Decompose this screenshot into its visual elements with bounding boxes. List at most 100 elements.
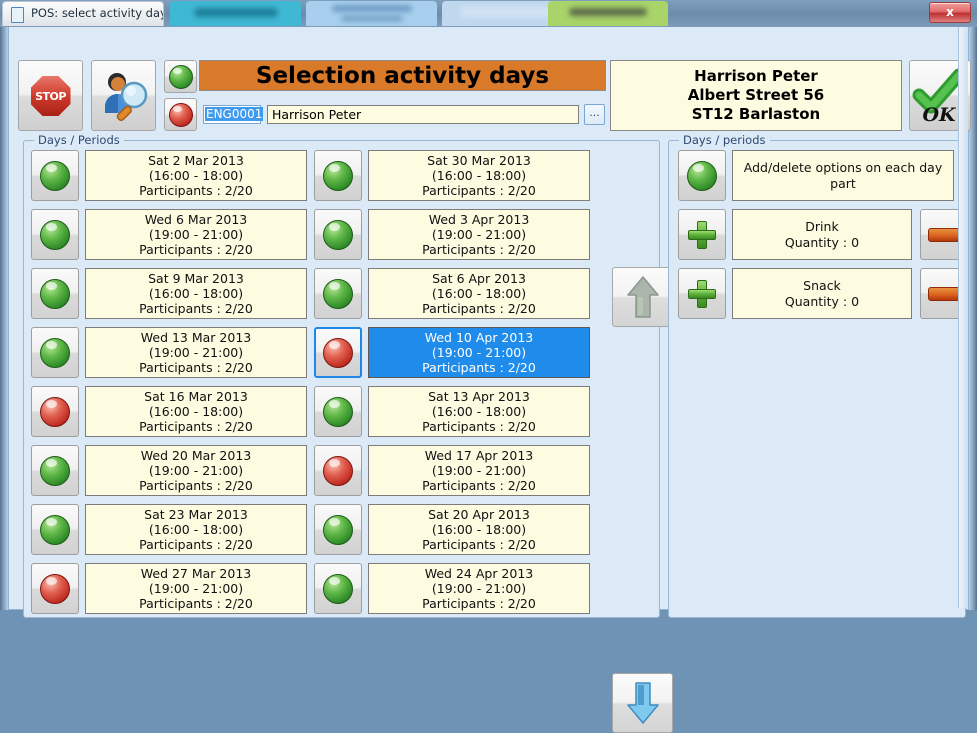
green-led-icon [323,574,353,604]
day-status-led-button[interactable] [31,504,79,555]
tab-active[interactable]: POS: select activity day [2,1,164,26]
window-scrollbar[interactable] [958,27,968,608]
day-status-led-button[interactable] [31,563,79,614]
tab-active-label: POS: select activity day [31,6,164,20]
day-card[interactable]: Wed 3 Apr 2013(19:00 - 21:00)Participant… [368,209,590,260]
day-participants: Participants : 2/20 [139,301,253,316]
day-date: Sat 6 Apr 2013 [432,271,526,286]
address-line-1: Harrison Peter [694,67,818,86]
tab-3[interactable] [306,1,437,26]
day-time: (16:00 - 18:00) [432,286,526,301]
person-search-icon [97,69,153,125]
day-participants: Participants : 2/20 [422,301,536,316]
day-card[interactable]: Wed 10 Apr 2013(19:00 - 21:00)Participan… [368,327,590,378]
day-card[interactable]: Sat 30 Mar 2013(16:00 - 18:00)Participan… [368,150,590,201]
day-time: (19:00 - 21:00) [432,581,526,596]
day-participants: Participants : 2/20 [139,419,253,434]
green-led-icon [40,456,70,486]
day-time: (16:00 - 18:00) [149,168,243,183]
plus-icon [688,221,716,249]
day-time: (16:00 - 18:00) [432,522,526,537]
day-card[interactable]: Sat 13 Apr 2013(16:00 - 18:00)Participan… [368,386,590,437]
day-date: Sat 13 Apr 2013 [428,389,530,404]
day-status-led-button[interactable] [314,445,362,496]
day-card[interactable]: Wed 13 Mar 2013(19:00 - 21:00)Participan… [85,327,307,378]
day-card[interactable]: Wed 17 Apr 2013(19:00 - 21:00)Participan… [368,445,590,496]
tab-2[interactable] [170,1,301,26]
green-led-icon [40,279,70,309]
day-status-led-button[interactable] [31,150,79,201]
day-card[interactable]: Wed 24 Apr 2013(19:00 - 21:00)Participan… [368,563,590,614]
day-status-led-button[interactable] [31,268,79,319]
page-title: Selection activity days [199,60,606,91]
day-status-led-button[interactable] [31,445,79,496]
day-card[interactable]: Sat 9 Mar 2013(16:00 - 18:00)Participant… [85,268,307,319]
day-date: Wed 20 Mar 2013 [141,448,251,463]
day-time: (19:00 - 21:00) [432,345,526,360]
customer-address-box: Harrison Peter Albert Street 56 ST12 Bar… [610,60,902,131]
day-status-led-button[interactable] [314,268,362,319]
tab-5[interactable] [548,1,668,26]
red-led-icon [40,397,70,427]
day-status-led-button[interactable] [31,209,79,260]
red-led-icon [169,103,193,127]
day-card[interactable]: Sat 2 Mar 2013(16:00 - 18:00)Participant… [85,150,307,201]
day-options-legend: Days / periods [679,133,770,147]
day-card[interactable]: Sat 6 Apr 2013(16:00 - 18:00)Participant… [368,268,590,319]
day-time: (19:00 - 21:00) [432,463,526,478]
status-red-led-button[interactable] [164,98,197,131]
document-icon [11,7,24,23]
close-window-button[interactable]: x [929,2,971,23]
customer-code-input[interactable]: ENG0001 [203,105,261,124]
browse-customer-button[interactable]: ... [584,104,605,125]
day-participants: Participants : 2/20 [139,478,253,493]
day-date: Sat 20 Apr 2013 [428,507,530,522]
scroll-up-button[interactable] [612,267,673,327]
day-time: (19:00 - 21:00) [149,463,243,478]
day-status-led-button[interactable] [314,150,362,201]
day-status-led-button[interactable] [314,563,362,614]
day-date: Wed 3 Apr 2013 [429,212,530,227]
window-left-edge [0,27,8,610]
option-card[interactable]: SnackQuantity : 0 [732,268,912,319]
customer-name-input[interactable]: Harrison Peter [267,105,579,124]
day-card[interactable]: Sat 20 Apr 2013(16:00 - 18:00)Participan… [368,504,590,555]
day-time: (19:00 - 21:00) [149,581,243,596]
day-time: (19:00 - 21:00) [149,227,243,242]
day-date: Sat 16 Mar 2013 [144,389,248,404]
find-customer-button[interactable] [91,60,156,131]
options-header-card: Add/delete options on each day part [732,150,954,201]
day-participants: Participants : 2/20 [422,537,536,552]
day-status-led-button[interactable] [314,327,362,378]
option-add-button[interactable] [678,268,726,319]
day-status-led-button[interactable] [314,386,362,437]
day-card[interactable]: Wed 27 Mar 2013(19:00 - 21:00)Participan… [85,563,307,614]
green-led-icon [687,161,717,191]
option-quantity: Quantity : 0 [785,235,859,251]
day-card[interactable]: Wed 20 Mar 2013(19:00 - 21:00)Participan… [85,445,307,496]
options-header-led-button[interactable] [678,150,726,201]
plus-icon [688,280,716,308]
application-window: POS: select activity day x STOP [0,0,977,610]
day-status-led-button[interactable] [314,209,362,260]
scroll-down-button[interactable] [612,673,673,733]
day-participants: Participants : 2/20 [422,596,536,611]
minus-icon [928,228,960,242]
day-time: (16:00 - 18:00) [149,522,243,537]
option-card[interactable]: DrinkQuantity : 0 [732,209,912,260]
stop-button[interactable]: STOP [18,60,83,131]
option-add-button[interactable] [678,209,726,260]
days-periods-legend: Days / Periods [34,133,124,147]
arrow-up-icon [626,275,660,319]
day-status-led-button[interactable] [314,504,362,555]
green-led-icon [40,515,70,545]
status-green-led-button[interactable] [164,60,197,93]
day-card[interactable]: Wed 6 Mar 2013(19:00 - 21:00)Participant… [85,209,307,260]
green-led-icon [323,515,353,545]
day-card[interactable]: Sat 23 Mar 2013(16:00 - 18:00)Participan… [85,504,307,555]
day-date: Sat 23 Mar 2013 [144,507,248,522]
day-card[interactable]: Sat 16 Mar 2013(16:00 - 18:00)Participan… [85,386,307,437]
day-status-led-button[interactable] [31,327,79,378]
day-status-led-button[interactable] [31,386,79,437]
main-window: STOP Selection activity days [8,27,969,610]
